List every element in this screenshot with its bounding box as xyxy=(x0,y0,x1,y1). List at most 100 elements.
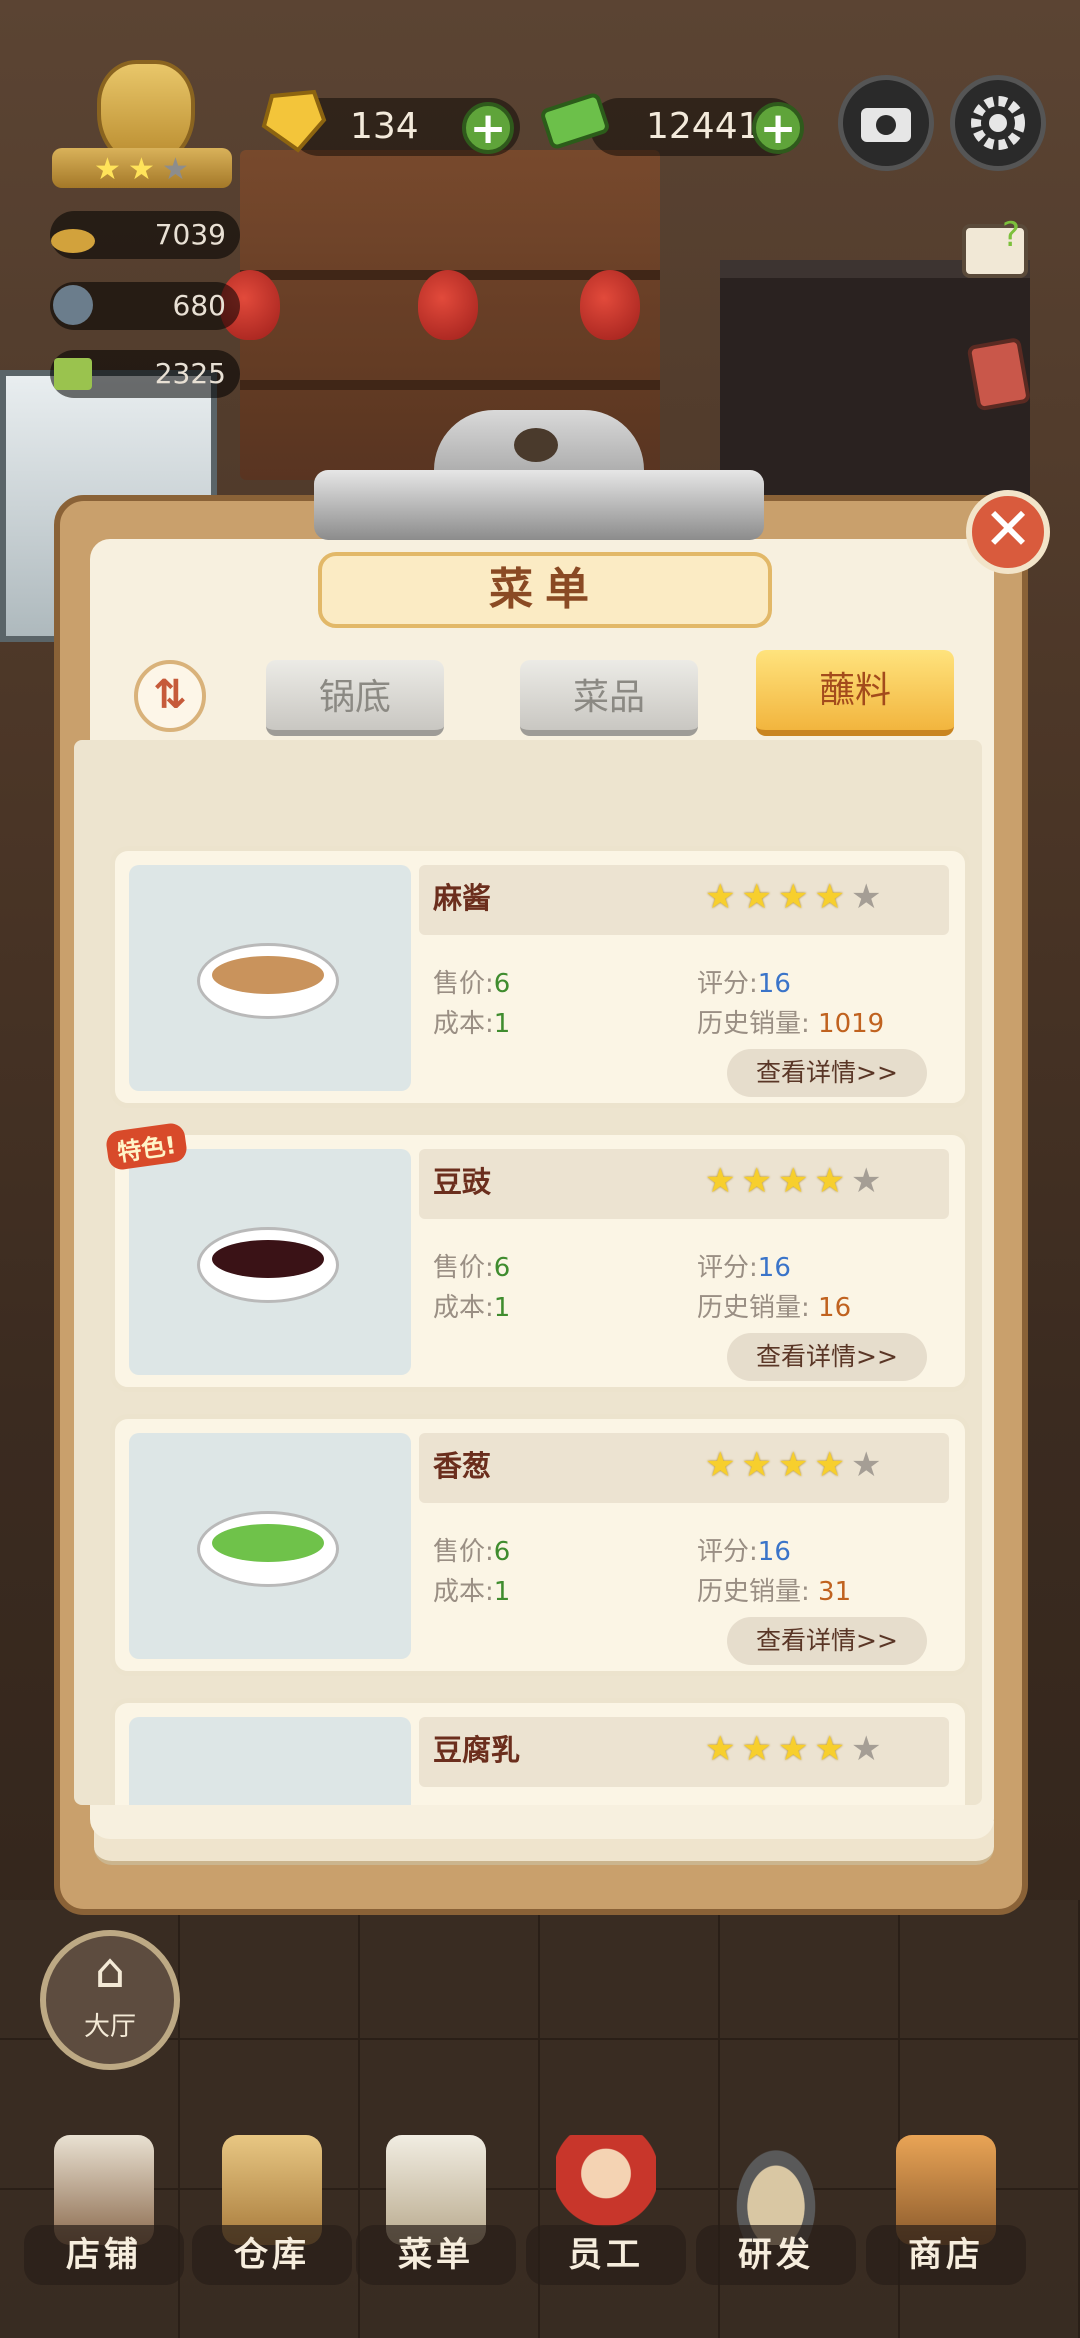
star-rating: ★★★★★ xyxy=(705,1445,887,1485)
nav-warehouse[interactable]: 仓库 xyxy=(192,2125,352,2325)
sauce-fill xyxy=(212,1524,324,1562)
bowl-icon xyxy=(197,943,339,1019)
star-icon: ★ xyxy=(814,1729,851,1769)
add-gems-button[interactable]: + xyxy=(462,102,514,154)
cost-field: 成本:1 xyxy=(433,1009,511,1039)
star-icon: ★ xyxy=(128,152,155,187)
nav-staff[interactable]: 员工 xyxy=(526,2125,686,2325)
item-thumbnail xyxy=(129,1717,411,1805)
view-details-button[interactable]: 查看详情>> xyxy=(727,1333,927,1381)
cost-field: 成本:1 xyxy=(433,1293,511,1323)
hotpot-icon xyxy=(51,229,95,253)
camera-button[interactable] xyxy=(838,75,934,171)
star-icon: ★ xyxy=(741,1161,778,1201)
star-icon: ★ xyxy=(850,1445,888,1485)
close-icon: ✕ xyxy=(983,495,1033,563)
score-field: 评分:16 xyxy=(697,1253,791,1283)
view-details-button[interactable]: 查看详情>> xyxy=(727,1049,927,1097)
star-icon: ★ xyxy=(741,1445,778,1485)
view-details-button[interactable]: 查看详情>> xyxy=(727,1617,927,1665)
nav-shop-front[interactable]: 店铺 xyxy=(24,2125,184,2325)
star-icon: ★ xyxy=(705,1161,742,1201)
hall-button[interactable]: ⌂ 大厅 xyxy=(40,1930,180,2070)
item-name: 香葱 xyxy=(433,1449,492,1483)
item-thumbnail xyxy=(129,1149,411,1375)
item-list[interactable]: 麻酱 ★★★★★ 售价:6 成本:1 评分:16 历史销量: 1019 查看详情… xyxy=(74,740,982,1805)
score-field: 评分:16 xyxy=(697,1537,791,1567)
star-rating: ★★★★★ xyxy=(705,1161,887,1201)
lantern-decoration xyxy=(418,270,478,340)
camera-icon xyxy=(861,108,911,142)
star-icon: ★ xyxy=(777,1729,815,1769)
star-icon: ★ xyxy=(777,1161,815,1201)
cash-icon xyxy=(541,93,609,149)
sauce-fill xyxy=(212,956,324,994)
menu-title: 菜单 xyxy=(318,552,772,628)
clipboard-clip xyxy=(314,410,764,540)
bottom-nav: 店铺 仓库 菜单 员工 研发 商店 xyxy=(0,2125,1080,2338)
star-icon: ★ xyxy=(850,1729,888,1769)
settings-button[interactable] xyxy=(950,75,1046,171)
price-field: 售价:6 xyxy=(433,969,511,999)
price-field: 售价:6 xyxy=(433,1253,511,1283)
item-name: 豆腐乳 xyxy=(433,1733,521,1767)
sales-field: 历史销量: 31 xyxy=(697,1577,852,1607)
star-icon: ★ xyxy=(850,877,888,917)
hall-label: 大厅 xyxy=(83,2012,136,2042)
close-button[interactable]: ✕ xyxy=(966,490,1050,574)
nav-store[interactable]: 商店 xyxy=(866,2125,1026,2325)
star-icon: ★ xyxy=(814,1161,851,1201)
list-item: 豆腐乳 ★★★★★ xyxy=(110,1698,970,1805)
star-icon: ★ xyxy=(814,877,851,917)
star-icon: ★ xyxy=(814,1445,851,1485)
star-rating: ★★★★★ xyxy=(705,1729,887,1769)
star-icon: ★ xyxy=(777,877,815,917)
cost-field: 成本:1 xyxy=(433,1577,511,1607)
stat-pill-3: 2325 xyxy=(50,350,240,398)
help-book-icon[interactable]: ? xyxy=(958,210,1038,290)
add-cash-button[interactable]: + xyxy=(752,102,804,154)
sort-updown-icon: ⇅ xyxy=(153,672,187,718)
item-name: 豆豉 xyxy=(433,1165,492,1199)
rank-badge[interactable]: ★ ★ ★ xyxy=(52,60,232,195)
recipe-card-icon[interactable] xyxy=(960,335,1040,415)
star-icon: ★ xyxy=(850,1161,888,1201)
gear-icon xyxy=(971,96,1025,150)
sort-button[interactable]: ⇅ xyxy=(134,660,206,732)
item-thumbnail xyxy=(129,1433,411,1659)
stat-pill-1: 7039 xyxy=(50,211,240,259)
tab-soup-base[interactable]: 锅底 xyxy=(266,660,444,736)
star-icon: ★ xyxy=(777,1445,815,1485)
sales-field: 历史销量: 1019 xyxy=(697,1009,885,1039)
item-thumbnail xyxy=(129,865,411,1091)
score-field: 评分:16 xyxy=(697,969,791,999)
star-icon: ★ xyxy=(705,877,742,917)
plate-icon xyxy=(53,285,93,325)
star-icon: ★ xyxy=(162,152,189,187)
nav-menu[interactable]: 菜单 xyxy=(356,2125,516,2325)
cash-count: 12441 xyxy=(646,106,761,147)
list-item: 麻酱 ★★★★★ 售价:6 成本:1 评分:16 历史销量: 1019 查看详情… xyxy=(110,846,970,1108)
gem-count: 134 xyxy=(350,106,419,147)
bowl-icon xyxy=(197,1227,339,1303)
list-item: 香葱 ★★★★★ 售价:6 成本:1 评分:16 历史销量: 31 查看详情>> xyxy=(110,1414,970,1676)
nav-research[interactable]: 研发 xyxy=(696,2125,856,2325)
item-name: 麻酱 xyxy=(433,881,492,915)
svg-text:?: ? xyxy=(1002,215,1020,255)
bowl-icon xyxy=(197,1511,339,1587)
tab-dishes[interactable]: 菜品 xyxy=(520,660,698,736)
list-item: 特色! 豆豉 ★★★★★ 售价:6 成本:1 评分:16 历史销量: 16 查看… xyxy=(104,1121,970,1392)
star-rating: ★★★★★ xyxy=(705,877,887,917)
tab-dipping-sauce[interactable]: 蘸料 xyxy=(756,650,954,736)
gold-gem-icon xyxy=(261,89,327,153)
star-icon: ★ xyxy=(94,152,121,187)
house-icon: ⌂ xyxy=(94,1943,126,1999)
star-icon: ★ xyxy=(705,1445,742,1485)
stat-pill-2: 680 xyxy=(50,282,240,330)
star-icon: ★ xyxy=(741,1729,778,1769)
star-icon: ★ xyxy=(705,1729,742,1769)
price-field: 售价:6 xyxy=(433,1537,511,1567)
lantern-decoration xyxy=(580,270,640,340)
ticket-icon xyxy=(54,358,92,390)
sales-field: 历史销量: 16 xyxy=(697,1293,852,1323)
